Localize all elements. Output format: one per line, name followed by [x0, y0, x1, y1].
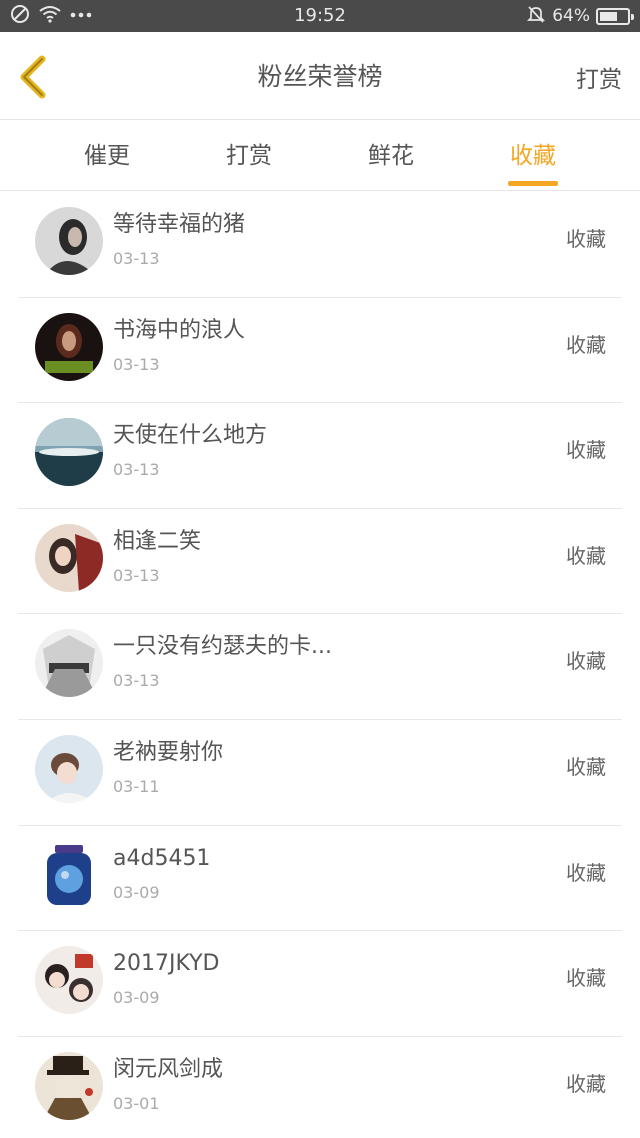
battery-icon — [596, 7, 634, 25]
fan-date: 03-11 — [113, 776, 160, 796]
tab-bar: 催更 打赏 鲜花 收藏 — [0, 121, 640, 191]
avatar — [35, 418, 103, 487]
fan-name: 天使在什么地方 — [113, 423, 268, 449]
avatar — [35, 629, 103, 698]
fan-date: 03-01 — [113, 1093, 160, 1113]
status-bar: 19:52 64% — [0, 0, 640, 32]
fan-type: 收藏 — [566, 438, 606, 463]
status-icons-right: 64% — [526, 4, 634, 29]
fan-type: 收藏 — [566, 860, 606, 885]
fan-list: 等待幸福的猪 03-13 收藏 书海中的浪人 03-13 收藏 天使在什么地方 … — [0, 192, 640, 1138]
list-item[interactable]: 2017JKYD 03-09 收藏 — [18, 931, 622, 1037]
fan-type: 收藏 — [566, 227, 606, 251]
fan-name: 一只没有约瑟夫的卡... — [113, 634, 332, 660]
fan-date: 03-13 — [113, 354, 160, 374]
tab-label: 催更 — [84, 143, 130, 169]
battery-percent: 64% — [552, 6, 590, 26]
fan-type: 收藏 — [566, 543, 606, 568]
tab-label: 打赏 — [226, 143, 272, 169]
fan-name: a4d5451 — [113, 845, 211, 871]
fan-type: 收藏 — [566, 1071, 606, 1096]
fan-date: 03-13 — [113, 671, 160, 691]
list-item[interactable]: 一只没有约瑟夫的卡... 03-13 收藏 — [18, 614, 622, 720]
list-item[interactable]: 天使在什么地方 03-13 收藏 — [18, 403, 622, 509]
avatar — [35, 523, 103, 592]
list-item[interactable]: 闵元风剑成 03-01 收藏 — [18, 1037, 622, 1138]
list-item[interactable]: a4d5451 03-09 收藏 — [18, 826, 622, 932]
fan-date: 03-13 — [113, 249, 160, 268]
avatar — [35, 734, 103, 803]
fan-name: 书海中的浪人 — [113, 317, 246, 343]
page-title: 粉丝荣誉榜 — [257, 62, 383, 91]
tab-urge[interactable]: 催更 — [47, 141, 167, 171]
list-item[interactable]: 老衲要射你 03-11 收藏 — [18, 720, 622, 826]
avatar — [35, 840, 103, 909]
tab-label: 收藏 — [510, 143, 556, 169]
fan-date: 03-09 — [113, 988, 160, 1008]
fan-type: 收藏 — [566, 649, 606, 674]
fan-type: 收藏 — [566, 754, 606, 779]
fan-name: 老衲要射你 — [113, 739, 224, 765]
fan-name: 等待幸福的猪 — [113, 212, 246, 237]
fan-date: 03-09 — [113, 882, 160, 902]
tab-flowers[interactable]: 鲜花 — [331, 141, 451, 171]
header: 粉丝荣誉榜 打赏 — [0, 32, 640, 120]
fan-date: 03-13 — [113, 460, 160, 480]
list-item[interactable]: 等待幸福的猪 03-13 收藏 — [18, 192, 622, 298]
fan-type: 收藏 — [566, 966, 606, 991]
fan-type: 收藏 — [566, 332, 606, 357]
mute-bell-icon — [526, 4, 546, 29]
reward-button[interactable]: 打赏 — [576, 65, 622, 95]
list-item[interactable]: 书海中的浪人 03-13 收藏 — [18, 298, 622, 404]
avatar — [35, 312, 103, 381]
active-tab-indicator — [508, 181, 558, 186]
fan-name: 2017JKYD — [113, 951, 220, 977]
list-item[interactable]: 相逢二笑 03-13 收藏 — [18, 509, 622, 615]
fan-date: 03-13 — [113, 565, 160, 585]
fan-name: 闵元风剑成 — [113, 1056, 224, 1082]
fan-name: 相逢二笑 — [113, 528, 202, 554]
tab-reward[interactable]: 打赏 — [189, 141, 309, 171]
tab-favorites[interactable]: 收藏 — [473, 141, 593, 186]
avatar — [35, 946, 103, 1015]
tab-label: 鲜花 — [368, 143, 414, 169]
avatar — [35, 1051, 103, 1120]
avatar — [35, 207, 103, 275]
